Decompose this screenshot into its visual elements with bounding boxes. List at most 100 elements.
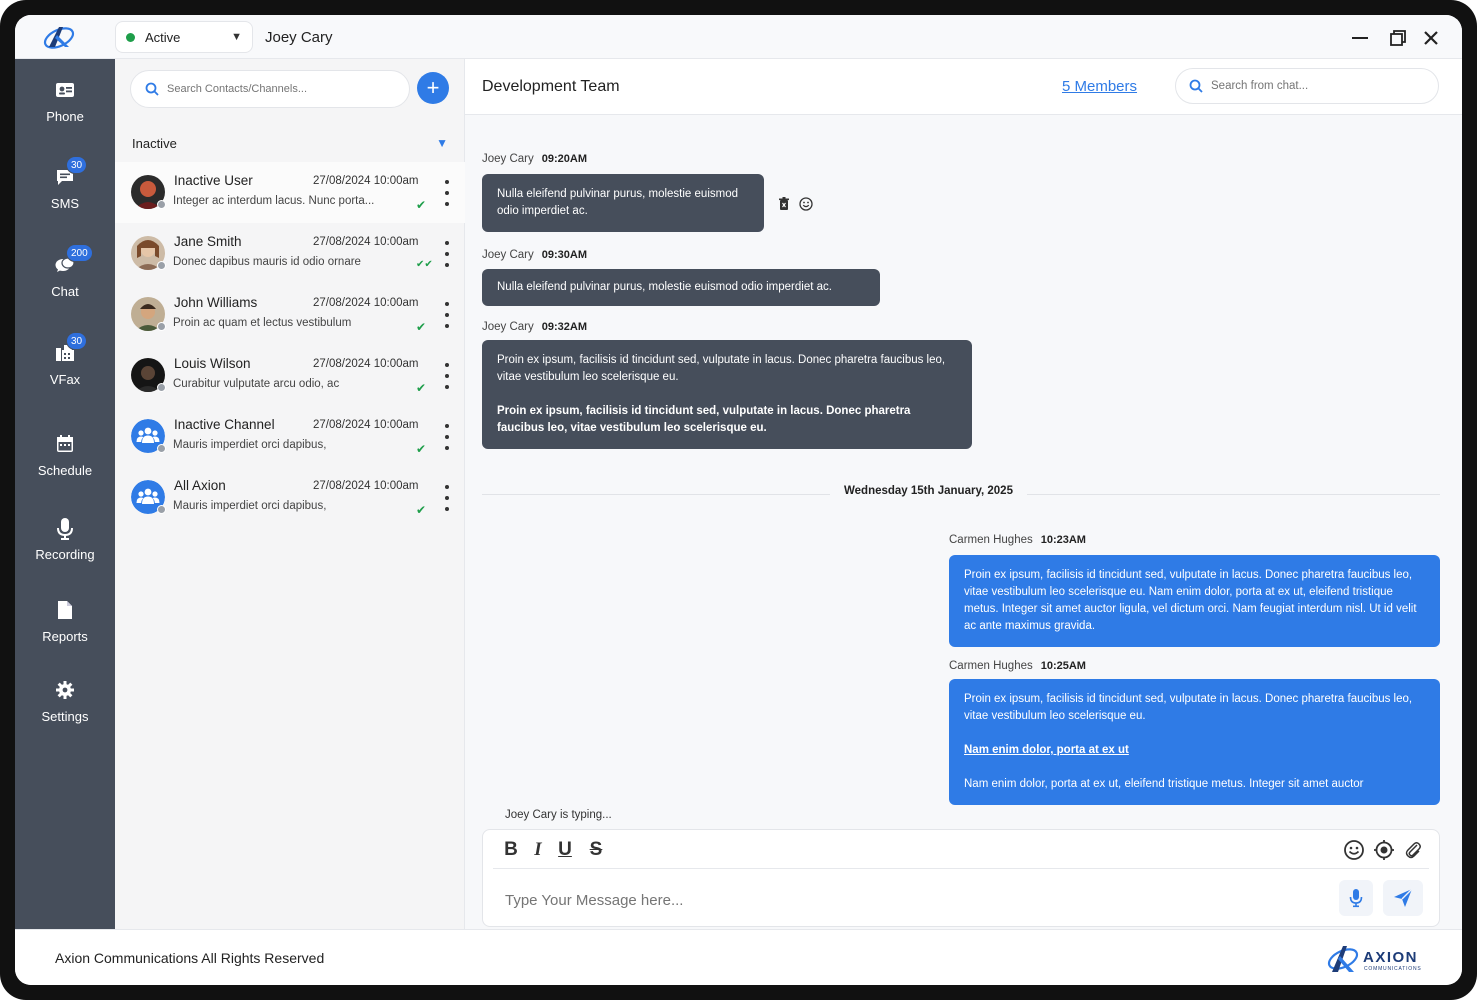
close-button[interactable]: [1418, 25, 1444, 51]
message-bubble[interactable]: Proin ex ipsum, facilisis id tincidunt s…: [482, 340, 972, 449]
left-navigation: Phone 30 SMS 200 Chat 30 VFax Schedule R…: [15, 59, 115, 929]
nav-item-settings[interactable]: Settings: [15, 679, 115, 724]
status-label: Active: [145, 29, 181, 45]
more-options-icon[interactable]: [441, 302, 453, 328]
message-sender: Carmen Hughes: [949, 534, 1033, 546]
contact-name: Inactive User: [174, 173, 253, 188]
app-window: Active ▼ Joey Cary Phone 30 SMS 200 Chat…: [15, 15, 1462, 985]
read-check-icon: ✔: [416, 381, 427, 395]
contact-name: All Axion: [174, 478, 226, 493]
document-icon: [54, 599, 76, 621]
message-meta: Joey Cary 09:32AM: [482, 321, 587, 333]
message-bubble[interactable]: Nulla eleifend pulvinar purus, molestie …: [482, 269, 880, 306]
send-button[interactable]: [1383, 880, 1423, 916]
message-time: 09:32AM: [541, 321, 588, 333]
contacts-search[interactable]: [130, 70, 410, 108]
read-check-icon: ✔: [416, 198, 427, 212]
nav-item-sms[interactable]: 30 SMS: [15, 156, 115, 211]
chat-title: Development Team: [482, 78, 620, 95]
location-target-icon[interactable]: [1372, 838, 1396, 862]
message-time: 09:20AM: [541, 153, 588, 165]
message-bubble[interactable]: Proin ex ipsum, facilisis id tincidunt s…: [949, 679, 1440, 805]
message-text: Nam enim dolor, porta at ex ut, eleifend…: [964, 778, 1364, 790]
nav-label: Settings: [41, 709, 89, 724]
contact-row[interactable]: All Axion 27/08/2024 10:00am Mauris impe…: [115, 467, 465, 528]
message-text: Proin ex ipsum, facilisis id tincidunt s…: [964, 569, 1417, 632]
contact-preview: Donec dapibus mauris id odio ornare: [173, 256, 361, 268]
add-contact-button[interactable]: +: [417, 72, 449, 104]
emoji-react-icon[interactable]: [799, 197, 813, 211]
calendar-icon: [54, 433, 76, 455]
chat-search-input[interactable]: [1211, 80, 1411, 92]
contact-row[interactable]: Inactive Channel 27/08/2024 10:00am Maur…: [115, 406, 465, 467]
strikethrough-icon[interactable]: S: [584, 838, 608, 862]
message-sender: Joey Cary: [482, 153, 534, 165]
chat-search[interactable]: [1175, 68, 1439, 104]
status-dropdown[interactable]: Active ▼: [115, 21, 253, 53]
contact-preview: Integer ac interdum lacus. Nunc porta...: [173, 195, 375, 207]
italic-icon[interactable]: I: [526, 838, 550, 862]
read-check-icon: ✔: [416, 320, 427, 334]
underline-icon[interactable]: U: [553, 838, 577, 862]
minimize-icon: [1352, 37, 1368, 39]
more-options-icon[interactable]: [441, 485, 453, 511]
gear-icon: [54, 679, 76, 701]
members-link[interactable]: 5 Members: [1062, 78, 1137, 95]
contact-date: 27/08/2024 10:00am: [313, 236, 419, 248]
message-meta: Joey Cary 09:30AM: [482, 249, 587, 261]
minimize-button[interactable]: [1347, 25, 1373, 51]
contact-date: 27/08/2024 10:00am: [313, 480, 419, 492]
nav-item-vfax[interactable]: 30 VFax: [15, 332, 115, 387]
voice-message-button[interactable]: [1339, 880, 1373, 916]
contact-row[interactable]: Jane Smith 27/08/2024 10:00am Donec dapi…: [115, 223, 465, 284]
message-meta: Carmen Hughes 10:23AM: [949, 534, 1086, 546]
presence-dot-icon: [157, 444, 166, 453]
nav-item-reports[interactable]: Reports: [15, 599, 115, 644]
composer-divider: [493, 868, 1429, 869]
contact-name: John Williams: [174, 295, 258, 310]
nav-item-phone[interactable]: Phone: [15, 79, 115, 124]
contact-row[interactable]: Inactive User 27/08/2024 10:00am Integer…: [115, 162, 465, 223]
contact-row[interactable]: John Williams 27/08/2024 10:00am Proin a…: [115, 284, 465, 345]
chat-badge: 200: [66, 244, 93, 262]
message-link[interactable]: Nam enim dolor, porta at ex ut: [964, 744, 1129, 756]
title-bar: Active ▼ Joey Cary: [15, 15, 1462, 59]
search-icon: [1189, 79, 1203, 93]
message-text-bold: Proin ex ipsum, facilisis id tincidunt s…: [497, 405, 911, 434]
more-options-icon[interactable]: [441, 424, 453, 450]
message-time: 10:23AM: [1040, 534, 1086, 546]
more-options-icon[interactable]: [441, 180, 453, 206]
bold-icon[interactable]: B: [499, 838, 523, 862]
contacts-search-input[interactable]: [167, 83, 387, 95]
message-input[interactable]: [505, 886, 1305, 914]
message-bubble[interactable]: Proin ex ipsum, facilisis id tincidunt s…: [949, 555, 1440, 647]
search-icon: [145, 82, 159, 96]
message-composer: B I U S: [482, 829, 1440, 927]
message-text: Proin ex ipsum, facilisis id tincidunt s…: [964, 693, 1413, 722]
message-time: 10:25AM: [1040, 660, 1086, 672]
more-options-icon[interactable]: [441, 363, 453, 389]
group-header-inactive[interactable]: Inactive ▼: [115, 125, 465, 161]
current-user-name: Joey Cary: [265, 29, 333, 46]
brand-name: AXION: [1363, 949, 1418, 966]
nav-item-chat[interactable]: 200 Chat: [15, 244, 115, 299]
nav-item-recording[interactable]: Recording: [15, 517, 115, 562]
contact-row[interactable]: Louis Wilson 27/08/2024 10:00am Curabitu…: [115, 345, 465, 406]
nav-label: Reports: [42, 629, 88, 644]
presence-dot-icon: [157, 200, 166, 209]
read-check-icon: ✔: [416, 442, 427, 456]
nav-item-schedule[interactable]: Schedule: [15, 433, 115, 478]
attachment-icon[interactable]: [1401, 838, 1425, 862]
more-options-icon[interactable]: [441, 241, 453, 267]
message-bubble[interactable]: Nulla eleifend pulvinar purus, molestie …: [482, 174, 764, 232]
send-icon: [1394, 888, 1413, 907]
maximize-button[interactable]: [1385, 25, 1411, 51]
brand-subtitle: COMMUNICATIONS: [1364, 966, 1422, 972]
message-text: Nulla eleifend pulvinar purus, molestie …: [497, 281, 832, 293]
microphone-icon: [54, 517, 76, 540]
contact-preview: Proin ac quam et lectus vestibulum: [173, 317, 352, 329]
delete-icon[interactable]: [778, 197, 790, 211]
emoji-icon[interactable]: [1342, 838, 1366, 862]
message-sender: Joey Cary: [482, 321, 534, 333]
contact-date: 27/08/2024 10:00am: [313, 175, 419, 187]
